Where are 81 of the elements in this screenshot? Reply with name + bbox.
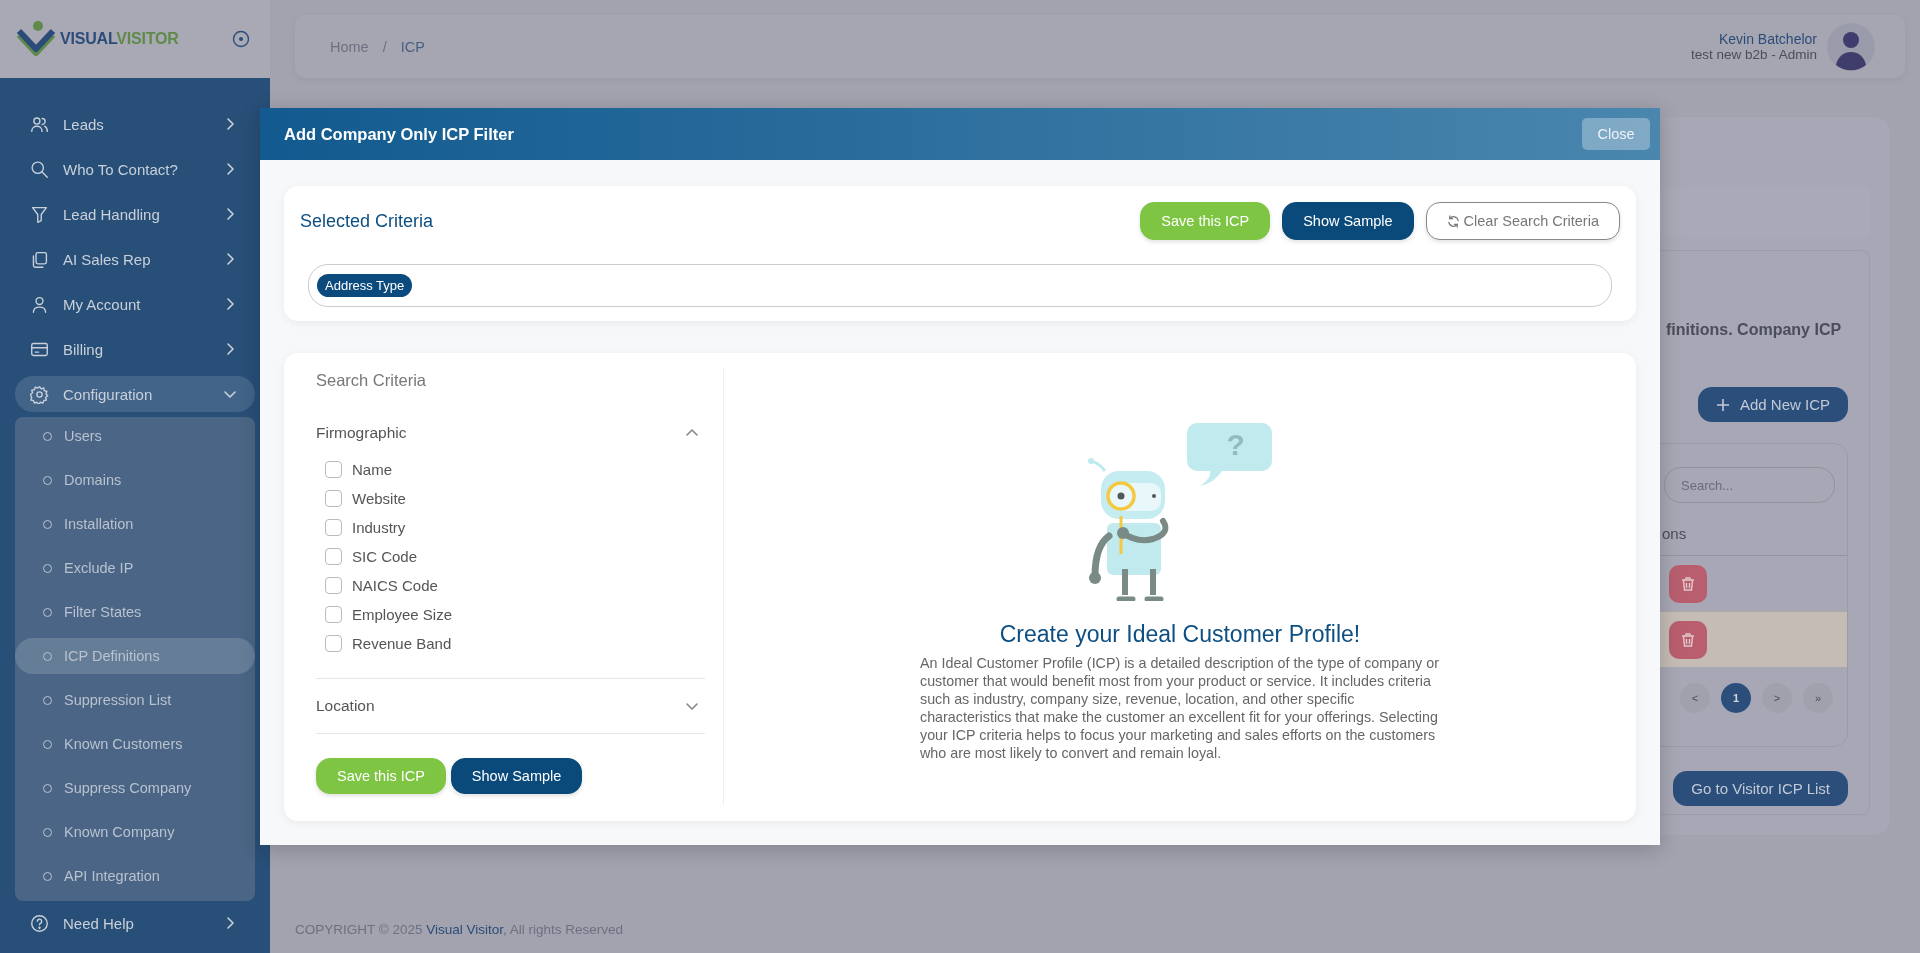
checkbox[interactable] bbox=[325, 548, 342, 565]
column-header: ons bbox=[1662, 525, 1688, 544]
description-text: finitions. Company ICP bbox=[1666, 321, 1843, 339]
sidebar-item[interactable]: AI Sales Rep bbox=[15, 241, 255, 277]
breadcrumb-link[interactable]: ICP bbox=[400, 38, 425, 55]
checkbox[interactable] bbox=[325, 577, 342, 594]
save-button[interactable]: Save this ICP bbox=[316, 758, 446, 794]
avatar-icon bbox=[1827, 22, 1875, 71]
filter-icon bbox=[30, 204, 49, 224]
modal-title: Add Company Only ICP Filter bbox=[284, 124, 514, 144]
breadcrumb-link[interactable]: Home bbox=[330, 38, 369, 55]
page-button[interactable]: 1 bbox=[1721, 683, 1751, 713]
submenu-item[interactable]: Suppression List bbox=[15, 682, 255, 718]
visitor-list-button[interactable]: Go to Visitor ICP List bbox=[1673, 771, 1848, 806]
show-sample-button[interactable]: Show Sample bbox=[1282, 202, 1414, 240]
user-name: Kevin Batchelor bbox=[1717, 31, 1817, 47]
submenu-item[interactable]: Domains bbox=[15, 462, 255, 498]
breadcrumb-separator: / bbox=[382, 38, 387, 55]
submenu-item[interactable]: Known Customers bbox=[15, 726, 255, 762]
trash-icon bbox=[1680, 575, 1696, 592]
checkbox[interactable] bbox=[325, 635, 342, 652]
checkbox-label: Revenue Band bbox=[352, 635, 452, 652]
empty-state-title: Create your Ideal Customer Profile! bbox=[999, 621, 1361, 648]
checkbox[interactable] bbox=[325, 606, 342, 623]
user-icon bbox=[30, 294, 49, 314]
submenu-item[interactable]: Known Company bbox=[15, 814, 255, 850]
sidebar-item[interactable]: Who To Contact? bbox=[15, 151, 255, 187]
empty-state-description: An Ideal Customer Profile (ICP) is a detailed description of the type of company or customer that would benefit most from your product or service. It includes criteria such as industry, company size, revenue, location, and other specific characteristics that make the customer an excellent fit for your offerings. Selecting your ICP criteria helps to focus your marketing and sales efforts on the customers who are most likely to convert and remain loyal. bbox=[920, 654, 1440, 762]
section-title: Selected Criteria bbox=[300, 210, 435, 232]
logo-icon bbox=[16, 19, 56, 59]
save-button[interactable]: Save this ICP bbox=[1140, 202, 1271, 240]
sidebar-item[interactable]: Need Help bbox=[15, 905, 255, 941]
checkbox[interactable] bbox=[325, 519, 342, 536]
submenu-item[interactable]: ICP Definitions bbox=[15, 638, 255, 674]
checkbox-label: SIC Code bbox=[352, 548, 418, 565]
submenu-item[interactable]: Filter States bbox=[15, 594, 255, 630]
criteria-tag: Address Type bbox=[317, 274, 413, 297]
sidebar-item[interactable]: Configuration bbox=[15, 376, 255, 412]
close-button[interactable]: Close bbox=[1582, 118, 1650, 150]
show-sample-button[interactable]: Show Sample bbox=[450, 758, 583, 794]
question-mark: ? bbox=[1226, 429, 1245, 461]
panel-title: Search Criteria bbox=[316, 371, 428, 390]
checkbox-label: Website bbox=[352, 490, 406, 507]
page-button[interactable]: > bbox=[1762, 683, 1792, 713]
checkbox-label: NAICS Code bbox=[352, 577, 438, 594]
checkbox-label: Name bbox=[352, 461, 392, 478]
accordion-header[interactable]: Firmographic bbox=[316, 418, 705, 448]
logo-wordmark: VISUALVISITOR bbox=[60, 30, 179, 48]
toggle-icon[interactable] bbox=[232, 30, 250, 48]
delete-button[interactable] bbox=[1669, 564, 1707, 603]
sidebar-item[interactable]: Lead Handling bbox=[15, 196, 255, 232]
checkbox[interactable] bbox=[325, 461, 342, 478]
submenu-item[interactable]: Users bbox=[15, 418, 255, 454]
submenu-item[interactable]: API Integration bbox=[15, 858, 255, 894]
refresh-icon bbox=[1446, 214, 1460, 228]
accordion-header[interactable]: Location bbox=[316, 691, 705, 721]
settings-icon bbox=[30, 384, 49, 404]
submenu-item[interactable]: Installation bbox=[15, 506, 255, 542]
page-button[interactable]: » bbox=[1803, 683, 1833, 713]
search-icon bbox=[30, 159, 49, 179]
submenu-item[interactable]: Exclude IP bbox=[15, 550, 255, 586]
checkbox-label: Employee Size bbox=[352, 606, 453, 623]
checkbox-label: Industry bbox=[352, 519, 406, 536]
user-role: test new b2b - Admin bbox=[1690, 47, 1817, 62]
sidebar-item[interactable]: Leads bbox=[15, 106, 255, 142]
sidebar-item[interactable]: My Account bbox=[15, 286, 255, 322]
copy-icon bbox=[30, 249, 49, 269]
speech-bubble-icon bbox=[1186, 423, 1272, 488]
add-button[interactable]: Add New ICP bbox=[1697, 387, 1848, 422]
users-icon bbox=[30, 114, 49, 134]
help-icon bbox=[30, 913, 49, 933]
criteria-field[interactable]: Address Type bbox=[308, 264, 1612, 307]
checkbox[interactable] bbox=[325, 490, 342, 507]
delete-button[interactable] bbox=[1669, 620, 1707, 659]
clear-button[interactable]: Clear Search Criteria bbox=[1425, 202, 1620, 240]
footer-link[interactable]: Visual Visitor bbox=[426, 922, 504, 937]
submenu-item[interactable]: Suppress Company bbox=[15, 770, 255, 806]
plus-icon bbox=[1715, 397, 1730, 412]
trash-icon bbox=[1680, 631, 1696, 648]
sidebar-item[interactable]: Billing bbox=[15, 331, 255, 367]
page-button[interactable]: < bbox=[1680, 683, 1710, 713]
